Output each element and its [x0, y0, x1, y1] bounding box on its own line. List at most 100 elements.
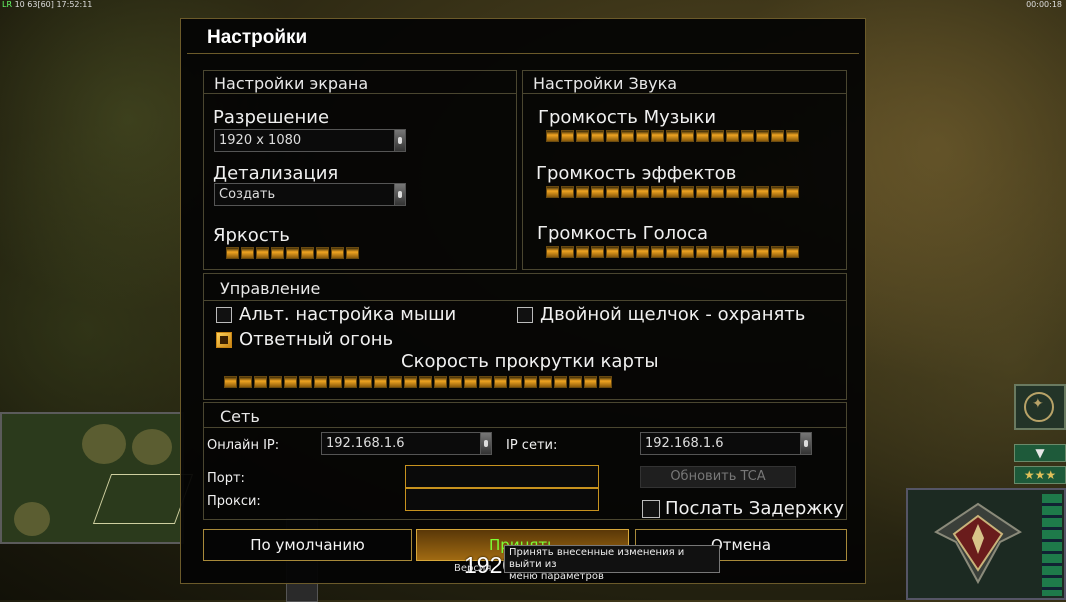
voice-volume-slider[interactable] [546, 246, 799, 258]
slider-segment[interactable] [771, 130, 784, 142]
slider-segment[interactable] [359, 376, 372, 388]
scroll-speed-slider[interactable] [224, 376, 612, 388]
slider-segment[interactable] [314, 376, 327, 388]
slider-segment[interactable] [494, 376, 507, 388]
lan-ip-dropdown[interactable]: 192.168.1.6 [640, 432, 812, 455]
slider-segment[interactable] [726, 186, 739, 198]
slider-segment[interactable] [344, 376, 357, 388]
slider-segment[interactable] [331, 247, 344, 259]
slider-segment[interactable] [636, 130, 649, 142]
slider-segment[interactable] [711, 186, 724, 198]
slider-segment[interactable] [524, 376, 537, 388]
slider-segment[interactable] [786, 246, 799, 258]
slider-segment[interactable] [696, 246, 709, 258]
slider-segment[interactable] [741, 130, 754, 142]
slider-segment[interactable] [329, 376, 342, 388]
slider-segment[interactable] [681, 186, 694, 198]
slider-segment[interactable] [786, 130, 799, 142]
slider-segment[interactable] [254, 376, 267, 388]
return-fire-checkbox[interactable] [216, 332, 232, 348]
music-volume-slider[interactable] [546, 130, 799, 142]
slider-segment[interactable] [419, 376, 432, 388]
slider-segment[interactable] [591, 186, 604, 198]
slider-segment[interactable] [546, 186, 559, 198]
online-ip-dropdown[interactable]: 192.168.1.6 [321, 432, 492, 455]
slider-segment[interactable] [576, 186, 589, 198]
slider-segment[interactable] [316, 247, 329, 259]
slider-segment[interactable] [591, 130, 604, 142]
slider-segment[interactable] [606, 130, 619, 142]
slider-segment[interactable] [539, 376, 552, 388]
slider-segment[interactable] [561, 186, 574, 198]
slider-segment[interactable] [509, 376, 522, 388]
slider-segment[interactable] [554, 376, 567, 388]
slider-segment[interactable] [741, 186, 754, 198]
send-delay-checkbox[interactable] [642, 500, 660, 518]
double-click-checkbox[interactable] [517, 307, 533, 323]
slider-segment[interactable] [741, 246, 754, 258]
default-button[interactable]: По умолчанию [203, 529, 412, 561]
slider-segment[interactable] [696, 130, 709, 142]
alt-mouse-checkbox[interactable] [216, 307, 232, 323]
proxy-input[interactable] [405, 488, 599, 511]
slider-segment[interactable] [591, 246, 604, 258]
slider-segment[interactable] [271, 247, 284, 259]
slider-segment[interactable] [696, 186, 709, 198]
port-input[interactable] [405, 465, 599, 488]
dropdown-scroll-icon[interactable] [394, 184, 405, 205]
dropdown-scroll-icon[interactable] [394, 130, 405, 151]
slider-segment[interactable] [756, 186, 769, 198]
minimap-view-frame[interactable] [92, 474, 194, 524]
slider-segment[interactable] [434, 376, 447, 388]
slider-segment[interactable] [239, 376, 252, 388]
brightness-slider[interactable] [226, 247, 359, 259]
slider-segment[interactable] [584, 376, 597, 388]
slider-segment[interactable] [771, 186, 784, 198]
slider-segment[interactable] [226, 247, 239, 259]
slider-segment[interactable] [771, 246, 784, 258]
slider-segment[interactable] [404, 376, 417, 388]
slider-segment[interactable] [284, 376, 297, 388]
slider-segment[interactable] [301, 247, 314, 259]
slider-segment[interactable] [711, 246, 724, 258]
slider-segment[interactable] [256, 247, 269, 259]
slider-segment[interactable] [241, 247, 254, 259]
slider-segment[interactable] [479, 376, 492, 388]
dropdown-scroll-icon[interactable] [480, 433, 491, 454]
slider-segment[interactable] [666, 130, 679, 142]
slider-segment[interactable] [651, 186, 664, 198]
collapse-arrow-button[interactable]: ▼ [1014, 444, 1066, 462]
slider-segment[interactable] [576, 246, 589, 258]
slider-segment[interactable] [346, 247, 359, 259]
detail-dropdown[interactable]: Создать [214, 183, 406, 206]
update-tca-button[interactable]: Обновить TCA [640, 466, 796, 488]
slider-segment[interactable] [546, 130, 559, 142]
rank-stars-icon[interactable]: ★★★ [1014, 466, 1066, 484]
slider-segment[interactable] [621, 130, 634, 142]
slider-segment[interactable] [286, 247, 299, 259]
slider-segment[interactable] [756, 130, 769, 142]
slider-segment[interactable] [636, 186, 649, 198]
slider-segment[interactable] [756, 246, 769, 258]
slider-segment[interactable] [569, 376, 582, 388]
slider-segment[interactable] [711, 130, 724, 142]
slider-segment[interactable] [269, 376, 282, 388]
slider-segment[interactable] [651, 246, 664, 258]
slider-segment[interactable] [681, 130, 694, 142]
slider-segment[interactable] [606, 246, 619, 258]
slider-segment[interactable] [621, 186, 634, 198]
slider-segment[interactable] [576, 130, 589, 142]
slider-segment[interactable] [666, 246, 679, 258]
slider-segment[interactable] [636, 246, 649, 258]
slider-segment[interactable] [786, 186, 799, 198]
slider-segment[interactable] [464, 376, 477, 388]
slider-segment[interactable] [389, 376, 402, 388]
slider-segment[interactable] [224, 376, 237, 388]
slider-segment[interactable] [299, 376, 312, 388]
slider-segment[interactable] [449, 376, 462, 388]
radar-button[interactable] [1014, 384, 1066, 430]
slider-segment[interactable] [561, 130, 574, 142]
dropdown-scroll-icon[interactable] [800, 433, 811, 454]
slider-segment[interactable] [651, 130, 664, 142]
slider-segment[interactable] [606, 186, 619, 198]
